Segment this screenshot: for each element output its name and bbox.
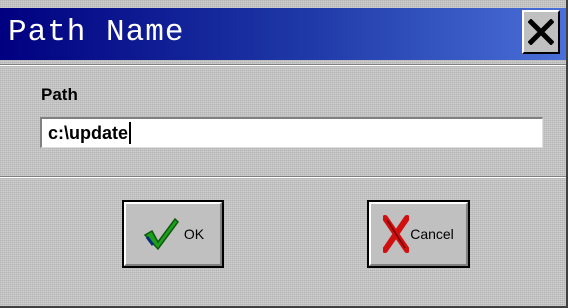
path-input-value: c:\update	[48, 122, 132, 144]
path-label: Path	[41, 85, 78, 104]
close-button[interactable]	[522, 10, 560, 54]
ok-button-face: OK	[124, 202, 222, 266]
ok-button[interactable]: OK	[122, 200, 224, 268]
path-text: c:\update	[48, 123, 129, 143]
path-name-dialog: Path Name Path c:\update OK Cancel	[0, 0, 568, 308]
close-x-icon	[528, 19, 554, 45]
path-group: Path c:\update	[35, 82, 547, 152]
window-title: Path Name	[8, 15, 185, 50]
red-x-icon	[383, 215, 410, 253]
title-separator	[0, 64, 566, 66]
ok-label: OK	[183, 226, 205, 242]
cancel-button-face: Cancel	[369, 202, 468, 266]
cancel-button[interactable]: Cancel	[367, 200, 470, 268]
checkmark-icon	[143, 217, 179, 251]
button-separator	[0, 176, 566, 178]
title-bar[interactable]: Path Name	[0, 8, 566, 60]
cancel-label: Cancel	[410, 226, 454, 242]
path-input[interactable]: c:\update	[40, 117, 543, 148]
text-caret	[129, 122, 132, 144]
